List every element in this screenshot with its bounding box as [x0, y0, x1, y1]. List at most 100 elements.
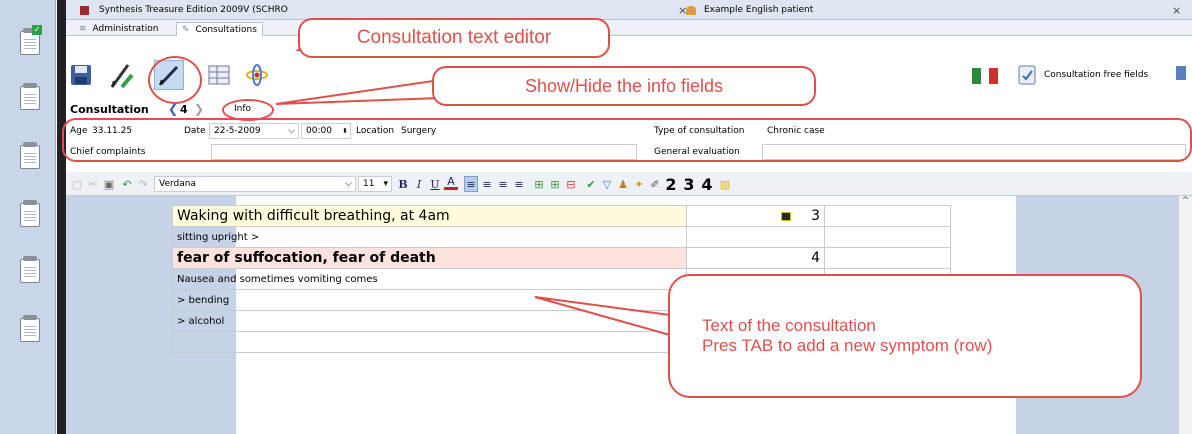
close-icon[interactable]: ×	[1172, 4, 1181, 17]
chief-complaints-field[interactable]	[211, 144, 637, 160]
redo-icon[interactable]: ↷	[136, 176, 150, 192]
clipboard-icon[interactable]	[20, 83, 40, 110]
font-color-icon[interactable]: A	[444, 175, 458, 190]
attachment-icon[interactable]: ✐	[648, 176, 662, 192]
symptom-text-cell[interactable]	[172, 331, 687, 353]
align-right-icon[interactable]: ≡	[496, 176, 510, 192]
time-value: 00:00	[306, 126, 332, 136]
degree-2-button[interactable]: 2	[664, 175, 678, 194]
tab-synthesis[interactable]: Synthesis Treasure Edition 2009V (SCHRO …	[72, 0, 692, 20]
degree-4-button[interactable]: 4	[700, 175, 714, 194]
symptom-grade-cell[interactable]	[686, 289, 825, 311]
table-row[interactable]	[172, 331, 951, 353]
free-fields-button[interactable]: Consultation free fields	[1016, 64, 1148, 86]
splitter[interactable]	[57, 0, 66, 434]
table-row[interactable]: Nausea and sometimes vomiting comes	[172, 268, 951, 290]
font-size-select[interactable]: 11 ▾	[358, 176, 392, 192]
table-row[interactable]: > alcohol	[172, 310, 951, 332]
pencil-icon	[159, 65, 179, 86]
check-icon[interactable]: ✔	[584, 176, 598, 192]
symptom-extra-cell[interactable]	[824, 310, 951, 332]
degree-icon[interactable]: ▨	[718, 176, 732, 192]
italian-flag-icon[interactable]	[972, 68, 999, 84]
bold-icon[interactable]: B	[396, 176, 410, 192]
symptom-extra-cell[interactable]	[824, 205, 951, 227]
scroll-up-icon[interactable]: ^	[1179, 196, 1192, 206]
align-left-icon[interactable]: ≡	[464, 176, 478, 192]
spinner-icon[interactable]: ⬍	[342, 127, 348, 135]
symptom-extra-cell[interactable]	[824, 226, 951, 248]
filter-icon[interactable]: ▽	[600, 176, 614, 192]
symptom-extra-cell[interactable]	[824, 331, 951, 353]
delete-row-icon[interactable]: ⊟	[564, 176, 578, 192]
symptom-grade-cell[interactable]	[686, 331, 825, 353]
save-icon[interactable]	[66, 60, 96, 90]
general-evaluation-field[interactable]	[762, 144, 1186, 160]
table-icon[interactable]	[204, 60, 234, 90]
font-select[interactable]: Verdana ⌵	[154, 176, 356, 192]
main-toolbar: Consultation free fields	[66, 36, 1192, 98]
justify-icon[interactable]: ≡	[512, 176, 526, 192]
symptom-grade: 4	[811, 250, 820, 266]
date-field[interactable]: 22-5-2009 ⌵	[209, 123, 299, 139]
undo-icon[interactable]: ↶	[120, 176, 134, 192]
symptom-text-cell[interactable]: fear of suffocation, fear of death	[172, 247, 687, 269]
symptom-text-cell[interactable]: > alcohol	[172, 310, 687, 332]
chevron-down-icon[interactable]: ⌵	[345, 179, 352, 189]
symptom-text-cell[interactable]: sitting upright >	[172, 226, 687, 248]
consultation-number: 4	[180, 102, 188, 116]
new-icon[interactable]: ▢	[70, 176, 84, 192]
symptom-table[interactable]: Waking with difficult breathing, at 4am 3…	[172, 205, 951, 353]
symptom-grade: 3	[811, 208, 820, 224]
text-editor-button[interactable]	[154, 60, 184, 90]
next-arrow-icon[interactable]: ❯	[194, 102, 204, 116]
table-row[interactable]: > bending	[172, 289, 951, 311]
chevron-down-icon[interactable]: ▾	[383, 179, 388, 189]
table-row[interactable]: fear of suffocation, fear of death 4	[172, 247, 951, 269]
person-icon[interactable]: ♟	[616, 176, 630, 192]
overflow-icon[interactable]	[1176, 66, 1186, 80]
align-center-icon[interactable]: ≡	[480, 176, 494, 192]
symptom-grade-cell[interactable]	[686, 226, 825, 248]
cut-icon[interactable]: ✂	[86, 176, 100, 192]
atom-icon[interactable]	[242, 60, 272, 90]
location-field[interactable]: Surgery	[396, 123, 636, 139]
tab-administration[interactable]: ≡ Administration	[74, 22, 163, 36]
consultation-type-field[interactable]: Chronic case	[762, 123, 1186, 139]
symptom-text-cell[interactable]: Waking with difficult breathing, at 4am	[172, 205, 687, 227]
symptom-extra-cell[interactable]	[824, 268, 951, 290]
chief-complaints-label: Chief complaints	[70, 147, 146, 157]
tab-consultations[interactable]: ✎ Consultations	[176, 22, 263, 36]
info-button[interactable]: Info	[234, 104, 251, 114]
clipboard-check-icon[interactable]: ✓	[20, 25, 42, 55]
table-row[interactable]: Waking with difficult breathing, at 4am 3	[172, 205, 951, 227]
clipboard-icon[interactable]	[20, 256, 40, 283]
remedy-icon[interactable]: ✦	[632, 176, 646, 192]
date-dropdown-icon[interactable]: ⌵	[288, 126, 295, 136]
symptom-extra-cell[interactable]	[824, 247, 951, 269]
underline-icon[interactable]: U	[428, 176, 442, 192]
time-field[interactable]: 00:00 ⬍	[301, 123, 351, 139]
clipboard-icon[interactable]	[20, 315, 40, 342]
vertical-scrollbar[interactable]: ^	[1178, 196, 1192, 434]
new-entry-icon[interactable]	[106, 60, 136, 90]
tab-patient[interactable]: Example English patient ×	[678, 0, 1192, 20]
symptom-extra-cell[interactable]	[824, 289, 951, 311]
previous-arrow-icon[interactable]: ❮	[168, 102, 178, 116]
clipboard-icon[interactable]	[20, 142, 40, 169]
table-row[interactable]: sitting upright >	[172, 226, 951, 248]
clipboard-icon[interactable]	[20, 200, 40, 227]
degree-3-button[interactable]: 3	[682, 175, 696, 194]
date-value: 22-5-2009	[214, 126, 261, 136]
symptom-text-cell[interactable]: > bending	[172, 289, 687, 311]
remedy-marker-icon	[781, 211, 792, 221]
symptom-grade-cell[interactable]	[686, 268, 825, 290]
insert-row-icon[interactable]: ⊞	[532, 176, 546, 192]
paste-icon[interactable]: ▣	[102, 176, 116, 192]
symptom-grade-cell[interactable]: 3	[686, 205, 825, 227]
symptom-grade-cell[interactable]: 4	[686, 247, 825, 269]
italic-icon[interactable]: I	[412, 176, 426, 192]
insert-column-icon[interactable]: ⊞	[548, 176, 562, 192]
symptom-text-cell[interactable]: Nausea and sometimes vomiting comes	[172, 268, 687, 290]
symptom-grade-cell[interactable]	[686, 310, 825, 332]
